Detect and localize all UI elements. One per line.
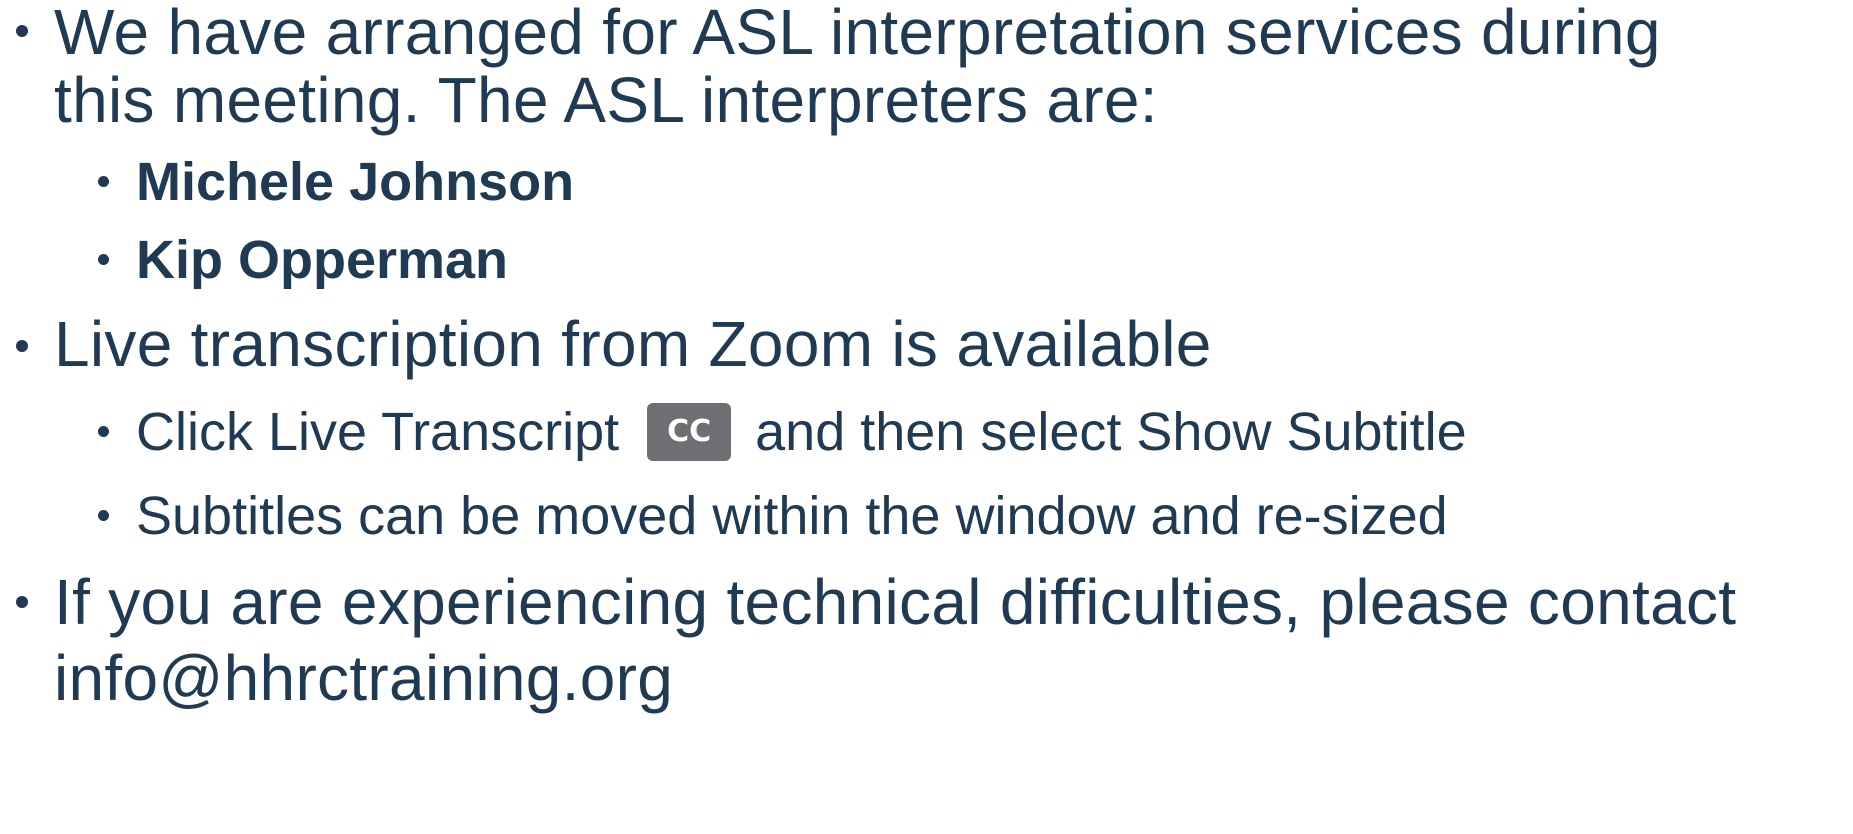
support-email[interactable]: info@hhrctraining.org <box>54 638 673 718</box>
instruction-text-before: Click Live Transcript <box>136 402 620 462</box>
slide: We have arranged for ASL interpretation … <box>0 0 1853 834</box>
transcription-info: Live transcription from Zoom is availabl… <box>54 308 1212 380</box>
tech-support-line1: If you are experiencing technical diffic… <box>54 566 1737 638</box>
bullet <box>98 426 109 437</box>
subtitle-info: Subtitles can be moved within the window… <box>136 486 1448 546</box>
instruction-text-after: and then select Show Subtitle <box>755 402 1467 462</box>
bullet <box>98 176 109 187</box>
interpreter-name: Michele Johnson <box>136 152 575 212</box>
asl-info-line2: this meeting. The ASL interpreters are: <box>54 64 1158 136</box>
bullet <box>16 25 28 37</box>
interpreter-name: Kip Opperman <box>136 230 509 290</box>
bullet <box>98 510 109 521</box>
live-transcript-instruction: Click Live Transcript CC and then select S… <box>136 397 1467 467</box>
closed-caption-icon: CC <box>647 402 732 461</box>
bullet <box>16 340 28 352</box>
bullet <box>98 254 109 265</box>
bullet <box>16 596 28 608</box>
